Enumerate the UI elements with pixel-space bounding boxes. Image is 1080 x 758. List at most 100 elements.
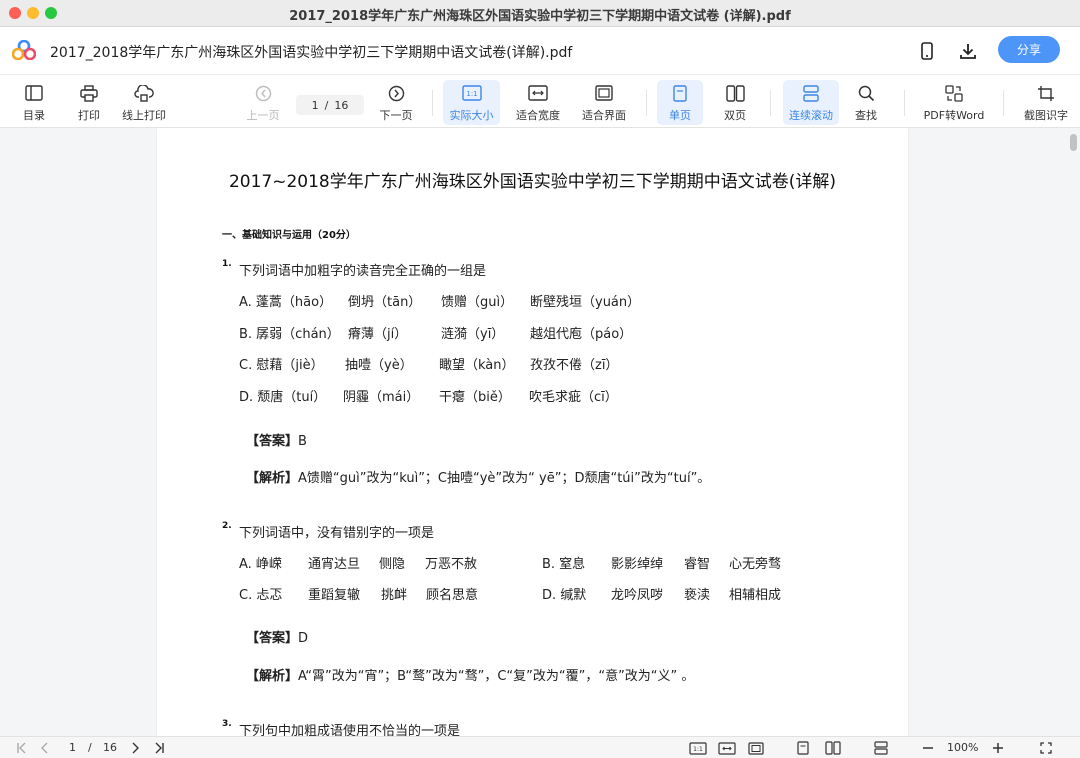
share-button[interactable]: 分享 <box>998 36 1060 63</box>
toolbar: 目录 打印 线上打印 上一页 1 / 16 下一页 1:1 实际大小 适合宽度 … <box>0 74 1080 128</box>
answer-line: 【答案】D <box>246 627 308 646</box>
analysis-label: 【解析】 <box>246 471 299 486</box>
option-item: 瞰望（kàn） <box>439 358 515 373</box>
status-bar: 1 / 16 1:1 100% <box>0 736 1080 758</box>
printer-icon <box>80 82 98 104</box>
fit-width-button[interactable]: 适合宽度 <box>510 80 566 125</box>
option-item: C. 慰藉（jiè） <box>239 358 324 373</box>
status-page-separator: / <box>88 741 92 754</box>
option-item: 瘠薄（jí） <box>348 327 408 342</box>
fit-page-button[interactable]: 适合界面 <box>576 80 632 125</box>
option-item: 心无旁骛 <box>729 557 782 572</box>
answer-value: D <box>298 631 309 646</box>
single-page-button[interactable]: 单页 <box>657 80 703 125</box>
question-number: 2. <box>222 521 232 531</box>
zoom-level[interactable]: 100% <box>947 741 978 754</box>
print-label: 打印 <box>78 109 100 122</box>
page-separator: / <box>324 98 329 112</box>
crop-icon <box>1037 82 1055 104</box>
fit-width-label: 适合宽度 <box>516 109 560 122</box>
option-item: 孜孜不倦（zī） <box>530 358 619 373</box>
prev-page-icon[interactable] <box>38 740 52 756</box>
option-item: B. 孱弱（chán） <box>239 327 340 342</box>
screenshot-ocr-button[interactable]: 截图识字 <box>1019 80 1073 125</box>
find-button[interactable]: 查找 <box>846 80 886 125</box>
actual-size-label: 实际大小 <box>449 109 494 122</box>
document-viewport[interactable]: 2017~2018学年广东广州海珠区外国语实验中学初三下学期期中语文试卷(详解)… <box>0 128 1080 736</box>
continuous-scroll-button[interactable]: 连续滚动 <box>783 80 839 125</box>
fit-width-icon <box>528 82 548 104</box>
window-title: 2017_2018学年广东广州海珠区外国语实验中学初三下学期期中语文试卷 (详解… <box>289 9 791 24</box>
toolbar-divider <box>432 90 433 116</box>
online-print-button[interactable]: 线上打印 <box>118 80 170 125</box>
toolbar-divider <box>770 90 771 116</box>
option-item: A. 峥嵘 <box>239 557 282 572</box>
pdf-to-word-button[interactable]: PDF转Word <box>920 80 988 125</box>
find-label: 查找 <box>855 109 877 122</box>
actual-size-icon-text: 1:1 <box>466 90 477 98</box>
next-page-icon[interactable] <box>128 740 142 756</box>
app-header: 2017_2018学年广东广州海珠区外国语实验中学初三下学期期中语文试卷(详解)… <box>0 27 1080 74</box>
prev-page-label: 上一页 <box>246 109 280 122</box>
first-page-icon[interactable] <box>14 740 30 756</box>
next-page-button[interactable]: 下一页 <box>376 80 416 125</box>
search-icon <box>858 82 875 104</box>
vertical-scrollbar[interactable] <box>1066 128 1080 736</box>
question-text: 下列词语中加粗字的读音完全正确的一组是 <box>239 264 487 279</box>
answer-label: 【答案】 <box>246 434 299 449</box>
option-item: 越俎代庖（páo） <box>530 327 633 342</box>
double-page-label: 双页 <box>724 109 746 122</box>
question-number: 3. <box>222 719 232 729</box>
next-page-label: 下一页 <box>379 109 413 122</box>
status-current-page[interactable]: 1 <box>69 741 76 754</box>
toc-icon <box>25 82 43 104</box>
download-icon[interactable] <box>956 39 980 63</box>
zoom-out-icon[interactable] <box>920 740 936 756</box>
last-page-icon[interactable] <box>151 740 167 756</box>
single-page-label: 单页 <box>669 109 691 122</box>
print-button[interactable]: 打印 <box>69 80 109 125</box>
zoom-in-icon[interactable] <box>990 740 1006 756</box>
status-continuous-icon[interactable] <box>872 740 890 756</box>
option-item: D. 颓唐（tuí） <box>239 390 327 405</box>
option-item: 馈赠（guì） <box>441 295 514 310</box>
page-number-field[interactable]: 1 / 16 <box>296 95 364 115</box>
chevron-left-circle-icon <box>255 82 272 104</box>
toolbar-divider <box>1003 90 1004 116</box>
analysis-line: 【解析】A“霄”改为“宵”；B“鹜”改为“骛”，C“复”改为“覆”，“意”改为“… <box>246 665 694 684</box>
toolbar-divider <box>904 90 905 116</box>
mobile-icon[interactable] <box>915 39 939 63</box>
status-double-page-icon[interactable] <box>823 740 843 756</box>
toc-button[interactable]: 目录 <box>14 80 54 125</box>
status-fit-page-icon[interactable] <box>746 740 766 756</box>
option-item: 相辅相成 <box>729 588 782 603</box>
document-title: 2017_2018学年广东广州海珠区外国语实验中学初三下学期期中语文试卷(详解)… <box>50 45 573 61</box>
fit-page-label: 适合界面 <box>582 109 626 122</box>
current-page-input[interactable]: 1 <box>312 99 319 112</box>
option-item: 挑衅 <box>381 588 408 603</box>
scrollbar-thumb[interactable] <box>1070 134 1077 151</box>
analysis-line: 【解析】A馈赠“guì”改为“kuì”；C抽噎“yè”改为“ yē”；D颓唐“t… <box>246 467 710 486</box>
toolbar-divider <box>646 90 647 116</box>
online-print-label: 线上打印 <box>122 109 166 122</box>
option-item: 涟漪（yī） <box>441 327 505 342</box>
analysis-text: A“霄”改为“宵”；B“鹜”改为“骛”，C“复”改为“覆”，“意”改为“义” 。 <box>298 669 695 684</box>
prev-page-button[interactable]: 上一页 <box>243 80 283 125</box>
option-item: 抽噎（yè） <box>345 358 413 373</box>
status-actual-size-icon[interactable]: 1:1 <box>688 740 708 756</box>
double-page-button[interactable]: 双页 <box>712 80 758 125</box>
actual-size-button[interactable]: 1:1 实际大小 <box>443 80 500 125</box>
chevron-right-circle-icon <box>388 82 405 104</box>
answer-label: 【答案】 <box>246 631 299 646</box>
option-item: 吹毛求疵（cī） <box>529 390 618 405</box>
answer-value: B <box>298 434 307 449</box>
option-item: 影影绰绰 <box>611 557 664 572</box>
fullscreen-icon[interactable] <box>1037 740 1055 756</box>
option-item: A. 蓬蒿（hāo） <box>239 295 333 310</box>
option-item: 龙吟凤哕 <box>611 588 664 603</box>
status-single-page-icon[interactable] <box>794 740 812 756</box>
status-fit-width-icon[interactable] <box>717 740 737 756</box>
option-item: 亵渎 <box>684 588 711 603</box>
option-item: 重蹈复辙 <box>308 588 361 603</box>
single-page-icon <box>673 82 687 104</box>
